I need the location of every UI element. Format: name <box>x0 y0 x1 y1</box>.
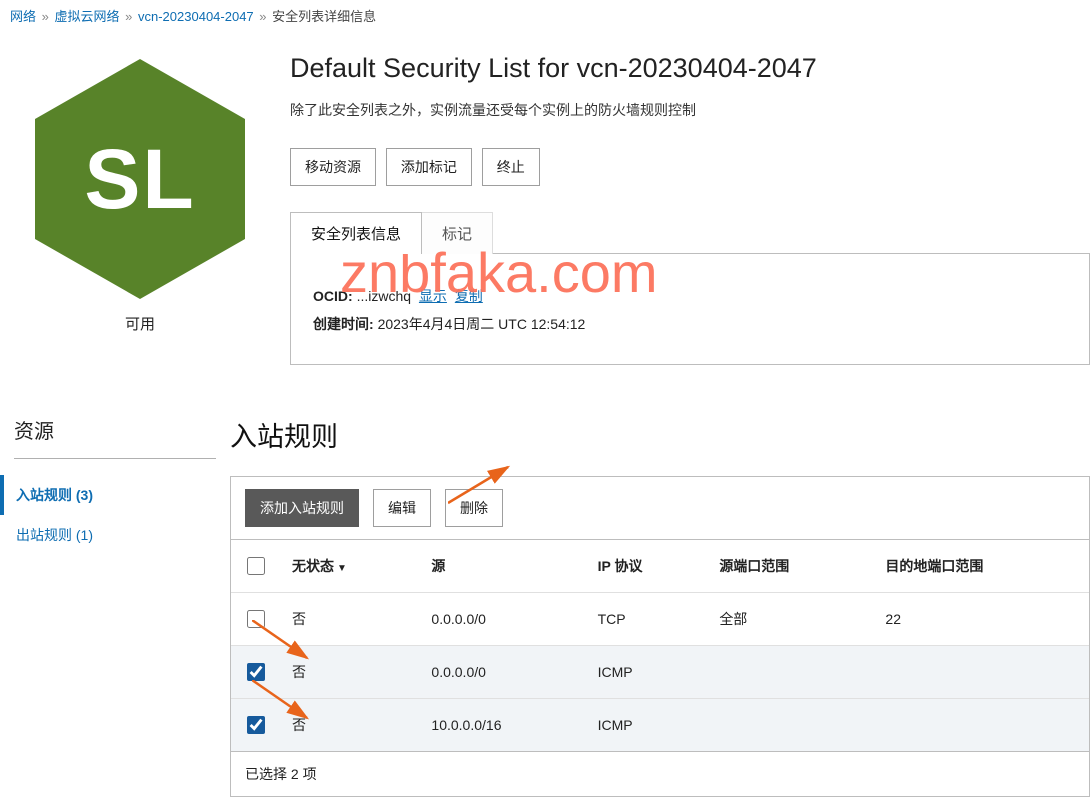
table-row[interactable]: 否0.0.0.0/0ICMP <box>231 646 1089 699</box>
breadcrumb: 网络 » 虚拟云网络 » vcn-20230404-2047 » 安全列表详细信… <box>0 0 1090 29</box>
sort-caret-icon: ▼ <box>337 563 347 574</box>
sidebar-item-egress[interactable]: 出站规则 (1) <box>0 515 216 555</box>
ingress-rules-heading: 入站规则 <box>230 415 1090 454</box>
breadcrumb-current: 安全列表详细信息 <box>272 9 376 24</box>
sidebar-title: 资源 <box>14 415 216 459</box>
select-all-checkbox[interactable] <box>247 557 265 575</box>
edit-rule-button[interactable]: 编辑 <box>373 489 431 527</box>
cell-source: 0.0.0.0/0 <box>419 593 585 646</box>
page-title: Default Security List for vcn-20230404-2… <box>290 53 1090 84</box>
resource-hex-icon: SL <box>35 59 245 299</box>
selection-summary: 已选择 2 项 <box>231 751 1089 796</box>
row-checkbox[interactable] <box>247 663 265 681</box>
cell-stateless: 否 <box>280 699 419 752</box>
cell-stateless: 否 <box>280 646 419 699</box>
row-checkbox[interactable] <box>247 716 265 734</box>
delete-rule-button[interactable]: 删除 <box>445 489 503 527</box>
cell-source: 10.0.0.0/16 <box>419 699 585 752</box>
cell-protocol: ICMP <box>586 699 708 752</box>
cell-stateless: 否 <box>280 593 419 646</box>
ingress-rules-table: 无状态▼ 源 IP 协议 源端口范围 目的地端口范围 否0.0.0.0/0TCP… <box>231 539 1089 751</box>
add-tag-button[interactable]: 添加标记 <box>386 148 472 186</box>
cell-src_port <box>707 646 873 699</box>
cell-protocol: TCP <box>586 593 708 646</box>
terminate-button[interactable]: 终止 <box>482 148 540 186</box>
row-checkbox[interactable] <box>247 610 265 628</box>
cell-source: 0.0.0.0/0 <box>419 646 585 699</box>
status-text: 可用 <box>10 313 270 334</box>
created-value: 2023年4月4日周二 UTC 12:54:12 <box>378 316 586 332</box>
cell-dst_port <box>873 699 1089 752</box>
sidebar-item-ingress[interactable]: 入站规则 (3) <box>0 475 216 515</box>
col-src-port[interactable]: 源端口范围 <box>707 540 873 593</box>
table-row[interactable]: 否10.0.0.0/16ICMP <box>231 699 1089 752</box>
created-label: 创建时间: <box>313 316 374 332</box>
cell-src_port: 全部 <box>707 593 873 646</box>
col-source[interactable]: 源 <box>419 540 585 593</box>
move-resource-button[interactable]: 移动资源 <box>290 148 376 186</box>
breadcrumb-link-vcn-list[interactable]: 虚拟云网络 <box>55 9 120 24</box>
ocid-show-link[interactable]: 显示 <box>419 288 447 304</box>
col-dst-port[interactable]: 目的地端口范围 <box>873 540 1089 593</box>
add-ingress-rule-button[interactable]: 添加入站规则 <box>245 489 359 527</box>
breadcrumb-link-network[interactable]: 网络 <box>10 9 36 24</box>
ocid-label: OCID: <box>313 288 353 304</box>
cell-protocol: ICMP <box>586 646 708 699</box>
cell-src_port <box>707 699 873 752</box>
tab-security-list-info[interactable]: 安全列表信息 <box>290 212 422 254</box>
info-panel: OCID: ...izwchq 显示 复制 创建时间: 2023年4月4日周二 … <box>290 253 1090 365</box>
ocid-value: ...izwchq <box>357 288 411 304</box>
col-stateless[interactable]: 无状态▼ <box>280 540 419 593</box>
col-protocol[interactable]: IP 协议 <box>586 540 708 593</box>
page-subtitle: 除了此安全列表之外，实例流量还受每个实例上的防火墙规则控制 <box>290 100 1090 120</box>
ocid-copy-link[interactable]: 复制 <box>455 288 483 304</box>
table-row[interactable]: 否0.0.0.0/0TCP全部22 <box>231 593 1089 646</box>
tab-tags[interactable]: 标记 <box>421 212 493 254</box>
cell-dst_port: 22 <box>873 593 1089 646</box>
breadcrumb-link-vcn[interactable]: vcn-20230404-2047 <box>138 9 254 24</box>
cell-dst_port <box>873 646 1089 699</box>
